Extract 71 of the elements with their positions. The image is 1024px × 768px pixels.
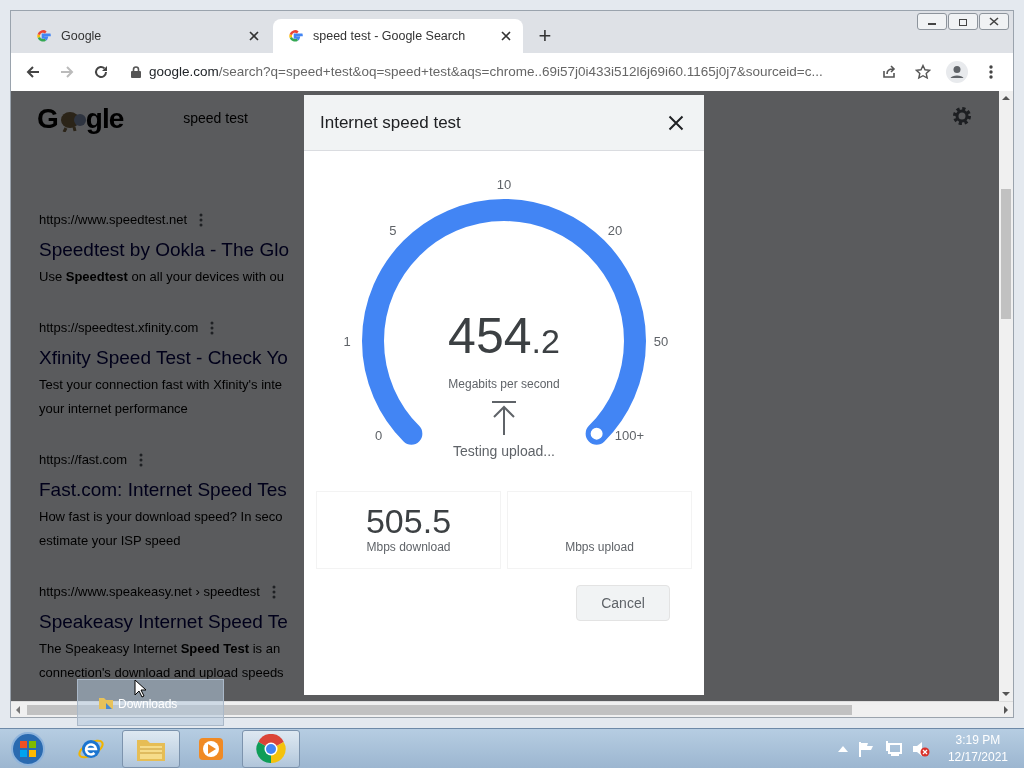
- scroll-left-icon[interactable]: [15, 705, 21, 714]
- new-tab-button[interactable]: +: [531, 20, 559, 50]
- gauge-tick-label: 100+: [614, 428, 645, 444]
- result-url[interactable]: https://www.speakeasy.net › speedtest: [39, 582, 260, 602]
- status-text: Testing upload...: [453, 442, 555, 461]
- stat-value: 505.5: [365, 504, 452, 538]
- result-title[interactable]: Speakeasy Internet Speed Te: [39, 607, 288, 636]
- muted-speaker-icon[interactable]: [911, 740, 930, 757]
- scroll-thumb[interactable]: [1001, 189, 1011, 319]
- result-snippet: estimate your ISP speed: [39, 532, 181, 550]
- more-icon[interactable]: [271, 584, 276, 599]
- gauge-tick-label: 50: [653, 334, 669, 349]
- search-query[interactable]: speed test: [183, 108, 248, 129]
- back-arrow-icon[interactable]: [25, 64, 41, 80]
- result-url[interactable]: https://www.speedtest.net: [39, 210, 188, 230]
- logo-text: G: [37, 101, 58, 136]
- result-snippet: your internet performance: [39, 400, 188, 418]
- stat-label: Mbps download: [366, 539, 451, 556]
- upload-arrow-icon: [491, 401, 517, 435]
- result-url[interactable]: https://fast.com: [39, 450, 128, 470]
- chrome-icon: [256, 733, 286, 764]
- result-snippet: Use Speedtest on all your devices with ou: [39, 268, 284, 286]
- pointer-icon: [134, 679, 146, 698]
- result-snippet: How fast is your download speed? In seco: [39, 508, 283, 526]
- more-icon[interactable]: [199, 212, 204, 227]
- maximize-icon[interactable]: [958, 17, 968, 26]
- result-title[interactable]: Fast.com: Internet Speed Tes: [39, 475, 287, 504]
- google-icon: [35, 28, 51, 44]
- stat-label: Mbps upload: [565, 539, 634, 556]
- result-title[interactable]: Speedtest by Ookla - The Glo: [39, 235, 289, 264]
- result-snippet: connection's download and upload speeds: [39, 664, 284, 682]
- result-snippet: The Speakeasy Internet Speed Test is an: [39, 640, 281, 658]
- google-icon: [287, 28, 303, 44]
- gauge-tick-label: 20: [607, 223, 623, 238]
- logo-text: gle: [85, 101, 124, 136]
- gauge-needle-dot: [588, 425, 605, 442]
- reload-icon[interactable]: [93, 64, 109, 80]
- cancel-button[interactable]: Cancel: [576, 585, 670, 621]
- dialog-title: Internet speed test: [320, 111, 461, 134]
- vertical-scrollbar[interactable]: [999, 91, 1013, 701]
- clock[interactable]: 3:19 PM 12/17/2021: [947, 731, 1008, 766]
- result-url[interactable]: https://speedtest.xfinity.com: [39, 318, 199, 338]
- tab[interactable]: speed test - Google Search: [273, 19, 523, 53]
- lock-icon[interactable]: [131, 66, 141, 78]
- gauge-tick-label: 5: [389, 223, 397, 238]
- scroll-down-icon[interactable]: [1002, 691, 1010, 697]
- gauge-tick-label: 10: [496, 177, 512, 192]
- more-icon[interactable]: [210, 320, 215, 335]
- close-icon[interactable]: [989, 17, 999, 26]
- minimize-button[interactable]: [917, 13, 947, 30]
- more-icon[interactable]: [139, 452, 144, 467]
- scroll-up-icon[interactable]: [1002, 95, 1010, 101]
- close-icon[interactable]: [249, 31, 259, 41]
- taskbar-button[interactable]: [122, 729, 180, 768]
- drag-label: Downloads: [118, 696, 178, 713]
- unit-label: Megabits per second: [448, 376, 560, 393]
- close-button[interactable]: [979, 13, 1009, 30]
- maximize-button[interactable]: [948, 13, 978, 30]
- speed-value: 454.2: [448, 311, 560, 361]
- scroll-right-icon[interactable]: [1003, 705, 1009, 714]
- taskbar-button[interactable]: [242, 729, 300, 768]
- profile-icon[interactable]: [943, 58, 971, 86]
- result-snippet: Test your connection fast with Xfinity's inte: [39, 376, 283, 394]
- horizontal-scrollbar[interactable]: [11, 701, 1013, 717]
- gauge-tick-label: 0: [375, 428, 383, 444]
- gauge-tick-label: 1: [343, 334, 351, 349]
- settings-icon[interactable]: [951, 105, 973, 127]
- tab[interactable]: Google: [21, 19, 271, 53]
- folder-icon: [98, 695, 114, 711]
- result-title[interactable]: Xfinity Speed Test - Check Yo: [39, 343, 288, 372]
- close-icon[interactable]: [501, 31, 511, 41]
